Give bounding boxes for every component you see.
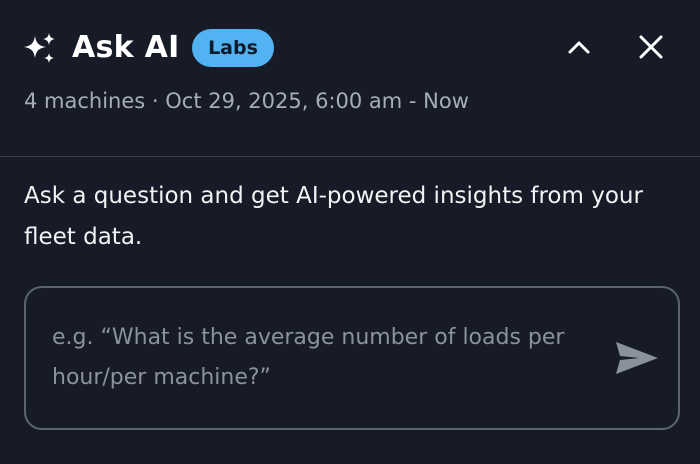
question-input[interactable] — [52, 318, 597, 404]
send-button[interactable] — [612, 338, 662, 382]
panel-header: Ask AI Labs 4 machines · Oct 29, 2025, 6… — [0, 0, 700, 157]
sparkle-icon — [22, 31, 58, 67]
intro-text: Ask a question and get AI-powered insigh… — [24, 183, 643, 250]
fleet-time-range: 4 machines · Oct 29, 2025, 6:00 am - Now — [24, 89, 469, 113]
collapse-button[interactable] — [556, 26, 602, 72]
chevron-up-icon — [567, 39, 591, 59]
close-icon — [638, 34, 664, 64]
ask-ai-panel: Ask AI Labs 4 machines · Oct 29, 2025, 6… — [0, 0, 700, 464]
question-input-container[interactable] — [24, 286, 680, 430]
page-title: Ask AI — [72, 30, 180, 65]
send-icon — [614, 338, 660, 382]
close-button[interactable] — [628, 26, 674, 72]
labs-badge: Labs — [192, 29, 274, 67]
